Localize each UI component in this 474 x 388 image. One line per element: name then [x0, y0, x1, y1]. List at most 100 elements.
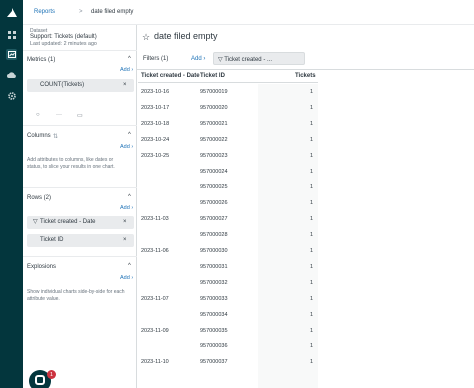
report-title[interactable]: date filed empty — [154, 31, 218, 41]
breadcrumb-current: date filed empty — [91, 9, 134, 15]
close-icon[interactable]: × — [123, 82, 127, 88]
cell-ticket-count: 1 — [310, 343, 314, 350]
cell-ticket-count: 1 — [310, 263, 314, 270]
cell-ticket-id: 957000035 — [200, 327, 228, 334]
cell-ticket-id: 957000024 — [200, 168, 228, 175]
explosions-section-title[interactable]: Explosions — [27, 264, 56, 270]
breadcrumb-separator: > — [79, 9, 83, 15]
comment-icon[interactable]: ▭ — [77, 112, 83, 119]
metrics-add-link[interactable]: Add › — [120, 67, 133, 73]
column-header-date[interactable]: Ticket created - Date — [141, 73, 200, 79]
rows-section-title[interactable]: Rows (2) — [27, 195, 51, 201]
cell-date: 2023-11-10 — [141, 359, 169, 366]
explosions-add-link[interactable]: Add › — [120, 275, 133, 281]
cell-date: 2023-10-17 — [141, 104, 170, 111]
cell-ticket-id: 957000028 — [200, 232, 228, 239]
column-header-ticket-id[interactable]: Ticket ID — [200, 73, 225, 79]
filter-chip[interactable]: ▽ Ticket created - ... — [213, 52, 305, 65]
filters-label: Filters (1) — [143, 56, 169, 62]
cell-date: 2023-11-09 — [141, 327, 169, 334]
cell-ticket-count: 1 — [310, 248, 314, 254]
cell-ticket-id: 957000031 — [200, 263, 228, 270]
columns-add-link[interactable]: Add › — [120, 144, 133, 150]
close-icon[interactable]: × — [123, 219, 127, 225]
cell-ticket-id: 957000022 — [200, 136, 228, 143]
cell-date: 2023-11-06 — [141, 248, 169, 254]
gear-icon[interactable] — [6, 90, 17, 101]
dataset-name: Support: Tickets (default) — [30, 34, 97, 40]
cell-date: 2023-10-18 — [141, 120, 170, 127]
row-label: Ticket created - Date — [40, 219, 96, 225]
cell-ticket-count: 1 — [310, 295, 314, 302]
chart-icon[interactable] — [6, 49, 17, 60]
cell-ticket-count: 1 — [310, 136, 314, 143]
cell-ticket-id: 957000021 — [200, 120, 228, 127]
cell-ticket-count: 1 — [310, 232, 314, 239]
cell-ticket-count: 1 — [310, 216, 314, 223]
divider — [23, 125, 137, 126]
settings-icon[interactable]: ○ — [36, 112, 40, 118]
metric-pill[interactable]: COUNT(Tickets) × — [27, 79, 134, 92]
cell-ticket-id: 957000025 — [200, 184, 228, 191]
row-pill-date[interactable]: ▽ Ticket created - Date × — [27, 216, 134, 229]
cell-ticket-count: 1 — [310, 327, 314, 334]
swap-icon[interactable]: ⇅ — [53, 133, 58, 140]
cell-ticket-count: 1 — [310, 279, 314, 286]
filter-bar-divider — [137, 69, 474, 70]
cell-ticket-count: 1 — [310, 200, 314, 207]
cell-ticket-id: 957000020 — [200, 104, 228, 111]
cell-ticket-count: 1 — [310, 359, 314, 366]
cell-ticket-id: 957000037 — [200, 359, 228, 366]
metric-label: COUNT(Tickets) — [40, 82, 85, 88]
cell-ticket-id: 957000036 — [200, 343, 228, 350]
grid-icon[interactable] — [6, 29, 17, 40]
cell-ticket-id: 957000023 — [200, 152, 228, 159]
cell-date: 2023-11-03 — [141, 216, 169, 223]
chevron-up-icon[interactable]: ^ — [128, 56, 131, 62]
breadcrumb: Reports > date filed empty — [23, 0, 474, 25]
divider — [23, 187, 137, 188]
rows-add-link[interactable]: Add › — [120, 205, 133, 211]
divider — [23, 50, 137, 51]
columns-section-title[interactable]: Columns — [27, 133, 51, 139]
cell-ticket-count: 1 — [310, 120, 314, 127]
cell-ticket-id: 957000027 — [200, 216, 228, 223]
cell-ticket-id: 957000033 — [200, 295, 228, 302]
report-config-panel: Dataset Support: Tickets (default) Last … — [23, 25, 137, 388]
cell-ticket-count: 1 — [310, 89, 314, 95]
star-icon[interactable]: ☆ — [142, 32, 150, 43]
breadcrumb-reports-link[interactable]: Reports — [34, 9, 55, 15]
row-pill-ticket-id[interactable]: Ticket ID × — [27, 234, 134, 247]
filters-add-link[interactable]: Add › — [191, 56, 205, 62]
chevron-up-icon[interactable]: ^ — [128, 194, 131, 200]
cloud-icon[interactable] — [6, 69, 17, 80]
row-label: Ticket ID — [40, 237, 64, 243]
chevron-up-icon[interactable]: ^ — [128, 132, 131, 138]
cell-ticket-count: 1 — [310, 184, 314, 191]
cell-date: 2023-10-24 — [141, 136, 170, 143]
divider — [23, 256, 137, 257]
cell-ticket-id: 957000034 — [200, 311, 228, 318]
column-header-tickets[interactable]: Tickets — [295, 73, 316, 79]
close-icon[interactable]: × — [123, 237, 127, 243]
table-header-divider — [138, 82, 318, 83]
zendesk-logo-icon[interactable] — [6, 7, 17, 18]
cell-ticket-id: 957000030 — [200, 248, 228, 254]
tickets-column-bg — [258, 84, 318, 388]
cell-date: 2023-11-07 — [141, 295, 169, 302]
cell-ticket-count: 1 — [310, 152, 314, 159]
metrics-section-title[interactable]: Metrics (1) — [27, 57, 55, 63]
cell-date: 2023-10-16 — [141, 89, 170, 95]
dataset-updated: Last updated: 2 minutes ago — [30, 41, 97, 47]
filter-chip-label: Ticket created - ... — [224, 57, 272, 63]
more-icon[interactable]: ··· — [56, 112, 62, 118]
cell-ticket-id: 957000032 — [200, 279, 228, 286]
explosions-help-text: Show individual charts side-by-side for … — [27, 289, 125, 302]
cell-ticket-count: 1 — [310, 311, 314, 318]
cell-ticket-id: 957000026 — [200, 200, 228, 207]
left-nav — [0, 0, 23, 388]
chevron-up-icon[interactable]: ^ — [128, 263, 131, 269]
cell-ticket-id: 957000019 — [200, 89, 228, 95]
cell-ticket-count: 1 — [310, 168, 314, 175]
cell-date: 2023-10-25 — [141, 152, 170, 159]
